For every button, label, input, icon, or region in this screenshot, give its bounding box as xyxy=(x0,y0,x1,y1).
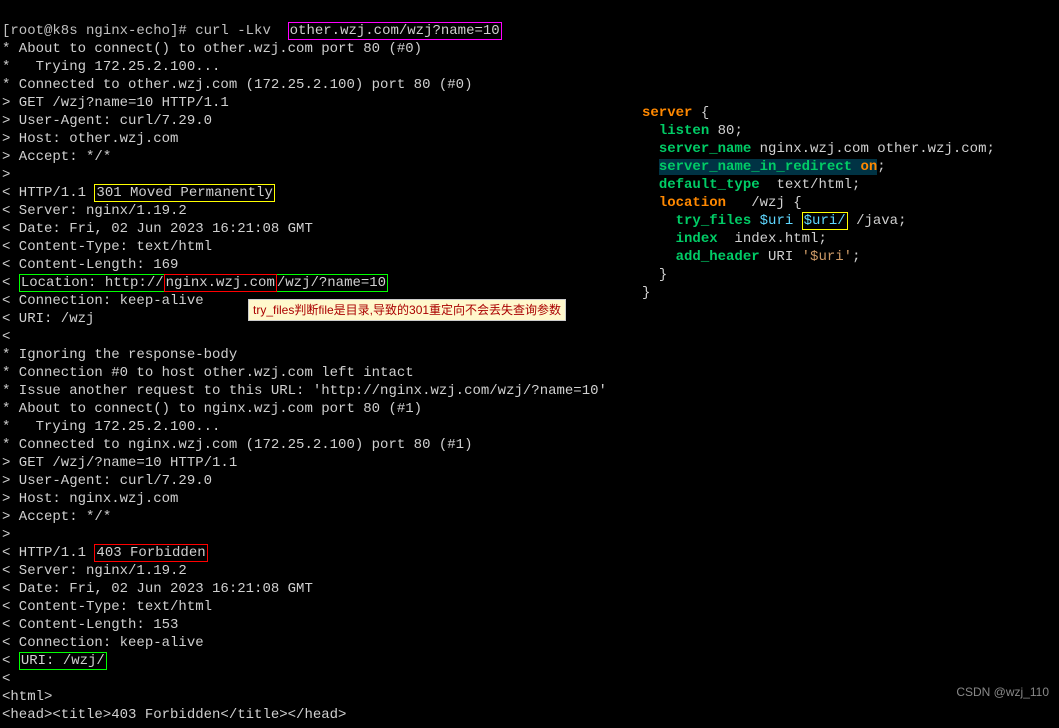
kw-snir: server_name_in_redirect xyxy=(659,159,852,175)
line: < HTTP/1.1 xyxy=(2,185,94,201)
line: * Trying 172.25.2.100... xyxy=(2,419,220,435)
line: < Date: Fri, 02 Jun 2023 16:21:08 GMT xyxy=(2,221,313,237)
line: < URI: /wzj xyxy=(2,311,94,327)
line: > User-Agent: curl/7.29.0 xyxy=(2,113,212,129)
kw-default-type: default_type xyxy=(659,177,760,193)
line: <html> xyxy=(2,689,52,705)
var-uri1: $uri xyxy=(760,213,794,229)
kw-server-name: server_name xyxy=(659,141,751,157)
kw-tryfiles: try_files xyxy=(676,213,752,229)
redirect-host: nginx.wzj.com xyxy=(164,274,277,292)
kw-server: server xyxy=(642,105,692,121)
line: * Trying 172.25.2.100... xyxy=(2,59,220,75)
line: * Connection #0 to host other.wzj.com le… xyxy=(2,365,414,381)
line: * Issue another request to this URL: 'ht… xyxy=(2,383,607,399)
line: < xyxy=(2,275,19,291)
watermark: CSDN @wzj_110 xyxy=(956,683,1049,701)
line: < HTTP/1.1 xyxy=(2,545,94,561)
line: < Date: Fri, 02 Jun 2023 16:21:08 GMT xyxy=(2,581,313,597)
line: < Connection: keep-alive xyxy=(2,635,204,651)
line: > xyxy=(2,527,19,543)
line: < Content-Type: text/html xyxy=(2,239,212,255)
line: < Content-Length: 153 xyxy=(2,617,178,633)
line: * About to connect() to nginx.wzj.com po… xyxy=(2,401,422,417)
location-header: Location: http://nginx.wzj.com/wzj/?name… xyxy=(19,274,388,292)
line: < xyxy=(2,671,19,687)
kw-addheader: add_header xyxy=(676,249,760,265)
line: * Ignoring the response-body xyxy=(2,347,237,363)
line: <head><title>403 Forbidden</title></head… xyxy=(2,707,346,723)
line: < Server: nginx/1.19.2 xyxy=(2,563,187,579)
nginx-config: server { listen 80; server_name nginx.wz… xyxy=(642,4,1057,724)
line: > Accept: */* xyxy=(2,509,111,525)
line: * Connected to nginx.wzj.com (172.25.2.1… xyxy=(2,437,472,453)
line: < Server: nginx/1.19.2 xyxy=(2,203,187,219)
annotation-note: try_files判断file是目录,导致的301重定向不会丢失查询参数 xyxy=(248,299,566,321)
var-uri2: $uri/ xyxy=(802,212,848,230)
line: < Connection: keep-alive xyxy=(2,293,204,309)
line: > User-Agent: curl/7.29.0 xyxy=(2,473,212,489)
kw-listen: listen xyxy=(659,123,709,139)
status-403: 403 Forbidden xyxy=(94,544,207,562)
line: * About to connect() to other.wzj.com po… xyxy=(2,41,422,57)
kw-on: on xyxy=(860,159,877,175)
curl-url: other.wzj.com/wzj?name=10 xyxy=(288,22,502,40)
line: < xyxy=(2,329,19,345)
line: > xyxy=(2,167,19,183)
line: > Host: nginx.wzj.com xyxy=(2,491,178,507)
line: < Content-Type: text/html xyxy=(2,599,212,615)
line: * Connected to other.wzj.com (172.25.2.1… xyxy=(2,77,472,93)
line: > Host: other.wzj.com xyxy=(2,131,178,147)
uri-header: URI: /wzj/ xyxy=(19,652,107,670)
prompt: [root@k8s nginx-echo]# curl -Lkv xyxy=(2,23,288,39)
str-uri: '$uri' xyxy=(802,249,852,265)
kw-location: location xyxy=(659,195,726,211)
line: > Accept: */* xyxy=(2,149,111,165)
line: > GET /wzj?name=10 HTTP/1.1 xyxy=(2,95,229,111)
kw-index: index xyxy=(676,231,718,247)
status-301: 301 Moved Permanently xyxy=(94,184,274,202)
line: > GET /wzj/?name=10 HTTP/1.1 xyxy=(2,455,237,471)
line: < Content-Length: 169 xyxy=(2,257,178,273)
line: < xyxy=(2,653,19,669)
terminal-output: [root@k8s nginx-echo]# curl -Lkv other.w… xyxy=(2,4,642,724)
